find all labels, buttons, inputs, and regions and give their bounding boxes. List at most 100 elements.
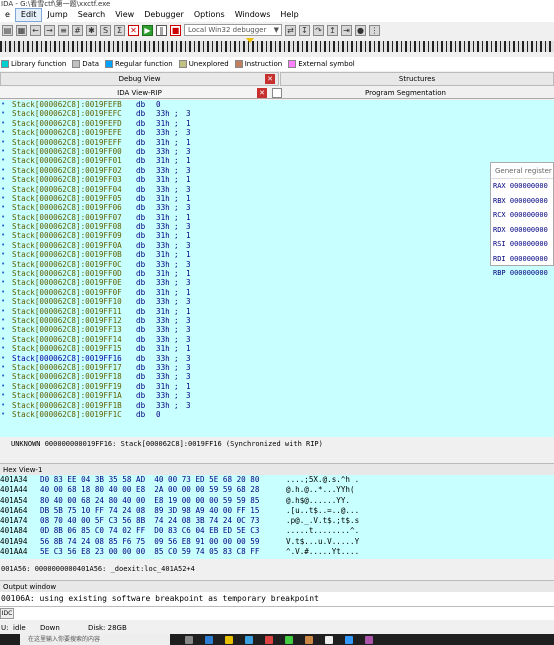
hex-row[interactable]: 401AA4 5E C3 56 E8 23 00 00 00 85 C0 59 7… [0, 547, 554, 557]
ida-view-tab[interactable]: IDA View-RIP ✕ [0, 87, 279, 99]
structures-tab[interactable]: Structures [280, 72, 554, 86]
menu-item-jump[interactable]: Jump [42, 8, 72, 22]
vs-icon[interactable] [365, 636, 373, 644]
bullet-icon: • [1, 137, 6, 146]
menu-item-search[interactable]: Search [73, 8, 110, 22]
code-comment-marker: ; [174, 391, 179, 401]
code-comment: 3 [186, 146, 191, 156]
code-comment-marker: ; [174, 278, 179, 288]
trace-icon[interactable]: ⋮ [369, 24, 380, 36]
legend-swatch [234, 60, 243, 68]
hex-row[interactable]: 401A54 80 40 00 68 24 80 40 00 E8 19 00 0… [0, 496, 554, 506]
hex-row[interactable]: 401A64 DB 5B 75 10 FF 74 24 08 89 3D 98 A… [0, 506, 554, 516]
register-row[interactable]: RCX 000000000 [491, 208, 553, 223]
close-icon[interactable]: ✕ [265, 74, 275, 84]
hex-ascii: V.t$...u.V.....Y [286, 536, 360, 546]
open-icon[interactable]: ▤ [2, 24, 13, 36]
menu-item-edit[interactable]: Edit [14, 8, 43, 22]
step-over-icon[interactable]: ↷ [313, 24, 324, 36]
bullet-icon: • [1, 259, 6, 268]
hex-bytes: 08 70 40 00 5F C3 56 8B 74 24 08 3B 74 2… [40, 516, 260, 526]
script-icon[interactable]: ≡ [58, 24, 69, 36]
menu-item-debugger[interactable]: Debugger [139, 8, 189, 22]
code-address: Stack[000062C8]:0019FF18 [12, 372, 122, 382]
hex-row[interactable]: 401A84 0D 8B 06 85 C0 74 02 FF D0 83 C6 0… [0, 526, 554, 536]
explorer-icon[interactable] [225, 636, 233, 644]
delete-icon[interactable]: ✕ [128, 24, 139, 36]
hex-address: 401A54 [0, 495, 28, 505]
run-icon[interactable]: ▶ [142, 24, 153, 36]
settings-icon[interactable]: ✱ [86, 24, 97, 36]
register-row[interactable]: RSI 000000000 [491, 237, 553, 252]
navigation-band[interactable] [0, 41, 554, 52]
hex-view[interactable]: 401A34 D0 83 EE 04 3B 35 58 AD 40 00 73 E… [0, 475, 554, 559]
code-comment: 3 [186, 165, 191, 175]
run-to-cursor-icon[interactable]: ⇥ [341, 24, 352, 36]
hex-icon[interactable]: # [72, 24, 83, 36]
step-into-icon[interactable]: ↧ [299, 24, 310, 36]
pause-icon[interactable]: ‖ [156, 24, 167, 36]
code-value: 33h [156, 165, 170, 175]
step-out-icon[interactable]: ↥ [327, 24, 338, 36]
legend-item: Data [72, 60, 99, 68]
debugger-select[interactable]: Local Win32 debugger ▼ [184, 24, 282, 36]
chrome-icon[interactable] [325, 636, 333, 644]
breakpoint-icon[interactable]: ● [355, 24, 366, 36]
code-mnemonic: db [136, 315, 146, 325]
code-comment: 3 [186, 278, 191, 288]
output-window-tab[interactable]: Output window [0, 580, 554, 592]
code-comment: 1 [186, 156, 191, 166]
code-comment: 3 [186, 240, 191, 250]
code-comment-marker: ; [174, 344, 179, 354]
command-bar[interactable]: IDC [0, 606, 554, 620]
menu-item-options[interactable]: Options [189, 8, 230, 22]
app-icon[interactable] [265, 636, 273, 644]
code-value: 31h [156, 344, 170, 354]
taskbar-search-input[interactable]: 在这里输入你要搜索的内容 [20, 634, 170, 645]
register-row[interactable]: RBP 000000000 [491, 266, 553, 281]
code-comment-marker: ; [174, 128, 179, 138]
stop-icon[interactable]: ■ [170, 24, 181, 36]
task-view-icon[interactable] [185, 636, 193, 644]
bullet-icon: • [1, 325, 6, 334]
menu-item-view[interactable]: View [110, 8, 139, 22]
hex-row[interactable]: 401A44 40 00 68 18 80 40 00 E8 2A 00 00 0… [0, 485, 554, 495]
struct-icon[interactable]: Σ [114, 24, 125, 36]
hex-view-tab[interactable]: Hex View-1 [0, 463, 554, 475]
register-row[interactable]: RDI 000000000 [491, 252, 553, 267]
string-icon[interactable]: S [100, 24, 111, 36]
hex-address: 401A64 [0, 505, 28, 515]
menu-item-e[interactable]: e [0, 8, 15, 22]
code-comment: 3 [186, 128, 191, 138]
save-icon[interactable]: ▦ [16, 24, 27, 36]
hex-row[interactable]: 401A94 56 8B 74 24 08 85 F6 75 09 56 E8 9… [0, 537, 554, 547]
code-address: Stack[000062C8]:0019FF17 [12, 362, 122, 372]
debug-view-tab[interactable]: Debug View ✕ [0, 72, 279, 86]
forward-icon[interactable]: → [44, 24, 55, 36]
qq-icon[interactable] [345, 636, 353, 644]
edge-icon[interactable] [205, 636, 213, 644]
ida-icon[interactable] [305, 636, 313, 644]
back-icon[interactable]: ← [30, 24, 41, 36]
code-comment-marker: ; [174, 297, 179, 307]
code-mnemonic: db [136, 222, 146, 232]
register-row[interactable]: RDX 000000000 [491, 223, 553, 238]
close-icon[interactable]: ✕ [257, 88, 267, 98]
menu-item-windows[interactable]: Windows [230, 8, 276, 22]
register-row[interactable]: RAX 000000000 [491, 179, 553, 194]
store-icon[interactable] [245, 636, 253, 644]
hex-row[interactable]: 401A34 D0 83 EE 04 3B 35 58 AD 40 00 73 E… [0, 475, 554, 485]
code-comment-marker: ; [174, 193, 179, 203]
hex-row[interactable]: 401A74 08 70 40 00 5F C3 56 8B 74 24 08 3… [0, 516, 554, 526]
ida-disassembly-view[interactable]: • Stack[000062C8]:0019FEFB db 0 • Stack[00006… [0, 100, 554, 437]
general-registers-panel[interactable]: General register RAX 000000000 RBX 000000… [490, 162, 554, 277]
menu-bar: e Edit Jump Search View Debugger Options Window… [0, 8, 554, 22]
wechat-icon[interactable] [285, 636, 293, 644]
attach-icon[interactable]: ⇄ [285, 24, 296, 36]
idc-button[interactable]: IDC [0, 608, 14, 619]
program-segmentation-tab[interactable]: Program Segmentation [270, 87, 554, 99]
menu-item-help[interactable]: Help [275, 8, 303, 22]
register-row[interactable]: RBX 000000000 [491, 194, 553, 209]
code-address: Stack[000062C8]:0019FF04 [12, 184, 122, 194]
code-mnemonic: db [136, 203, 146, 213]
